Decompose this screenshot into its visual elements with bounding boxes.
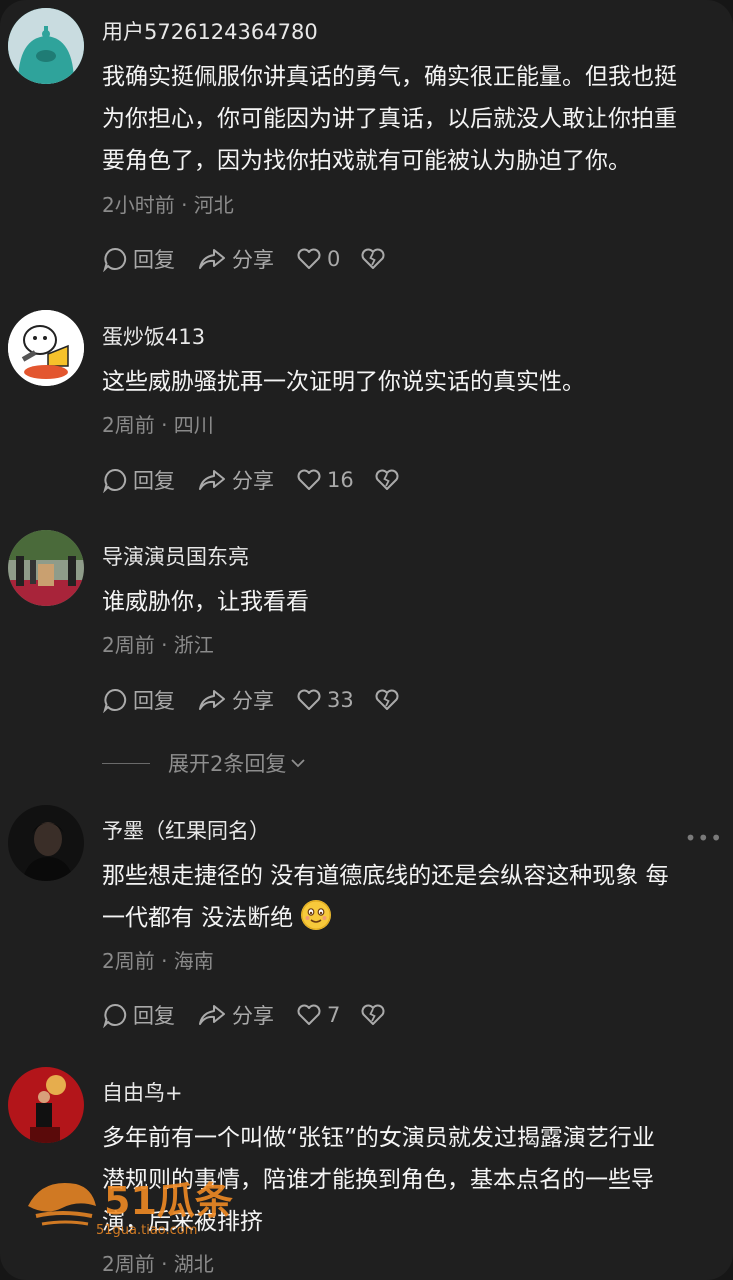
heart-icon xyxy=(297,248,321,269)
reply-button[interactable]: 回复 xyxy=(102,685,175,715)
watermark-logo: 51瓜条 51gua.tiao.com xyxy=(22,1170,262,1240)
dislike-button[interactable] xyxy=(374,688,405,712)
comment-text: 谁威胁你，让我看看 xyxy=(102,589,309,615)
dislike-button[interactable] xyxy=(374,468,405,492)
comment-bubble-icon xyxy=(103,247,127,272)
like-button[interactable]: 0 xyxy=(296,247,340,271)
share-button[interactable]: 分享 xyxy=(197,465,274,495)
like-button[interactable]: 33 xyxy=(296,688,354,712)
broken-heart-icon xyxy=(375,469,399,490)
comment-bubble-icon xyxy=(103,688,127,713)
divider xyxy=(102,762,150,764)
avatar[interactable] xyxy=(8,530,84,606)
share-arrow-icon xyxy=(199,249,225,269)
reply-button[interactable]: 回复 xyxy=(102,244,175,274)
heart-icon xyxy=(297,689,321,710)
comment-text: 我确实挺佩服你讲真话的勇气，确实很正能量。但我也挺 为你担心，你可能因为讲了真话… xyxy=(102,64,677,174)
svg-text:51瓜条: 51瓜条 xyxy=(104,1179,233,1223)
username[interactable]: 蛋炒饭413 xyxy=(102,321,205,351)
comment-text: 这些威胁骚扰再一次证明了你说实话的真实性。 xyxy=(102,369,585,395)
comment-actions: 回复 分享 16 xyxy=(102,464,427,496)
heart-icon xyxy=(297,469,321,490)
share-button[interactable]: 分享 xyxy=(197,244,274,274)
comment-bubble-icon xyxy=(103,1003,127,1028)
avatar[interactable] xyxy=(8,310,84,386)
smile-emoji-icon xyxy=(300,900,331,930)
comment-actions: 回复 分享 33 xyxy=(102,684,427,716)
avatar[interactable] xyxy=(8,805,84,881)
comment-meta: 2周前 · 浙江 xyxy=(102,633,214,657)
expand-replies-button[interactable]: 展开2条回复 xyxy=(102,748,308,778)
broken-heart-icon xyxy=(361,1004,385,1025)
comment-meta: 2小时前 · 河北 xyxy=(102,193,234,217)
comment-actions: 回复 分享 7 xyxy=(102,999,413,1031)
share-arrow-icon xyxy=(199,470,225,490)
dislike-button[interactable] xyxy=(360,1003,391,1027)
reply-button[interactable]: 回复 xyxy=(102,1000,175,1030)
comment-actions: 回复 分享 0 xyxy=(102,243,413,275)
username[interactable]: 予墨（红果同名） xyxy=(102,815,270,845)
broken-heart-icon xyxy=(375,689,399,710)
comment-bubble-icon xyxy=(103,468,127,493)
svg-text:51gua.tiao.com: 51gua.tiao.com xyxy=(96,1223,197,1238)
comment-meta: 2周前 · 海南 xyxy=(102,949,214,973)
comment-meta: 2周前 · 湖北 xyxy=(102,1252,214,1276)
reply-button[interactable]: 回复 xyxy=(102,465,175,495)
dislike-button[interactable] xyxy=(360,247,391,271)
comment-list: 用户5726124364780 我确实挺佩服你讲真话的勇气，确实很正能量。但我也… xyxy=(0,0,733,1280)
username[interactable]: 导演演员国东亮 xyxy=(102,541,249,571)
avatar[interactable] xyxy=(8,8,84,84)
expand-replies-label: 展开2条回复 xyxy=(168,752,287,776)
share-arrow-icon xyxy=(199,1005,225,1025)
avatar[interactable] xyxy=(8,1067,84,1143)
more-dots-icon[interactable]: ••• xyxy=(685,826,723,850)
username[interactable]: 用户5726124364780 xyxy=(102,16,318,46)
share-arrow-icon xyxy=(199,690,225,710)
username[interactable]: 自由鸟+ xyxy=(102,1077,183,1107)
share-button[interactable]: 分享 xyxy=(197,1000,274,1030)
broken-heart-icon xyxy=(361,248,385,269)
comment-text: 那些想走捷径的 没有道德底线的还是会纵容这种现象 每 一代都有 没法断绝 xyxy=(102,863,669,931)
share-button[interactable]: 分享 xyxy=(197,685,274,715)
heart-icon xyxy=(297,1004,321,1025)
like-button[interactable]: 7 xyxy=(296,1003,340,1027)
chevron-down-icon xyxy=(291,759,306,768)
like-button[interactable]: 16 xyxy=(296,468,354,492)
comment-meta: 2周前 · 四川 xyxy=(102,413,214,437)
